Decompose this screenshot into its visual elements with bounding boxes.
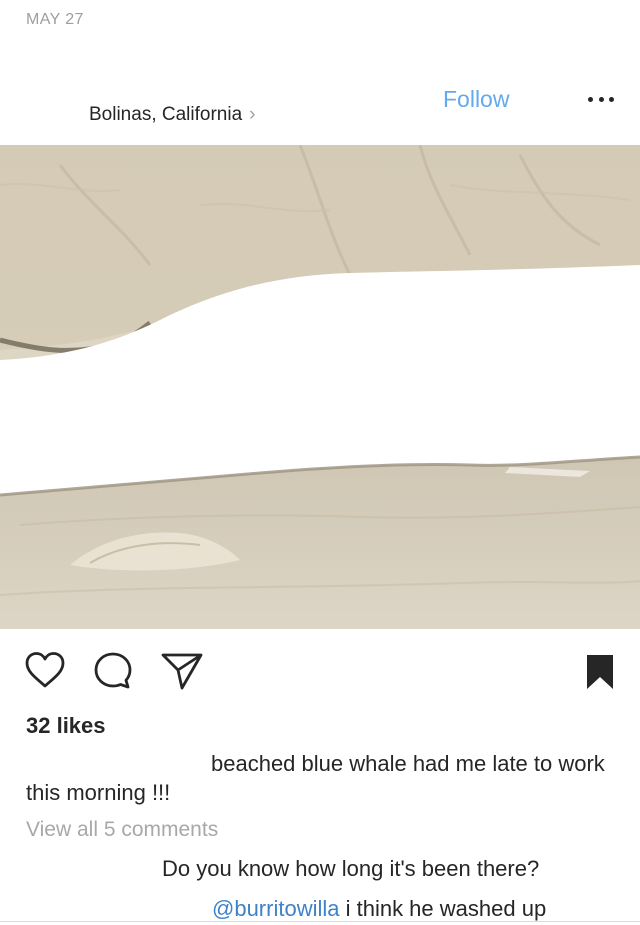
share-icon[interactable] [160, 651, 204, 691]
action-bar [0, 645, 640, 697]
divider [0, 921, 640, 922]
location-label: Bolinas, California [89, 104, 243, 125]
heart-icon[interactable] [24, 651, 66, 689]
likes-count[interactable]: 32 likes [26, 713, 106, 739]
post-caption: beached blue whale had me late to work t… [26, 751, 605, 805]
view-all-comments-link[interactable]: View all 5 comments [26, 818, 218, 842]
user-mention-link[interactable]: @burritowilla [212, 896, 339, 921]
follow-button[interactable]: Follow [443, 86, 509, 113]
location-link[interactable]: Bolinas, California › [89, 104, 255, 126]
dot [598, 96, 604, 102]
dot [609, 96, 614, 102]
post-photo[interactable] [0, 145, 640, 629]
chevron-right-icon: › [249, 104, 256, 125]
more-options-icon[interactable] [588, 94, 614, 104]
comment-icon[interactable] [93, 651, 133, 691]
beach-photo-graphic [0, 145, 640, 629]
dot [588, 96, 593, 102]
comment-text: i think he washed up [339, 896, 547, 921]
bookmark-icon[interactable] [585, 653, 615, 691]
comment: @burritowilla i think he washed up [212, 896, 546, 922]
comment: Do you know how long it's been there? [162, 856, 540, 881]
post-date: MAY 27 [26, 11, 84, 28]
